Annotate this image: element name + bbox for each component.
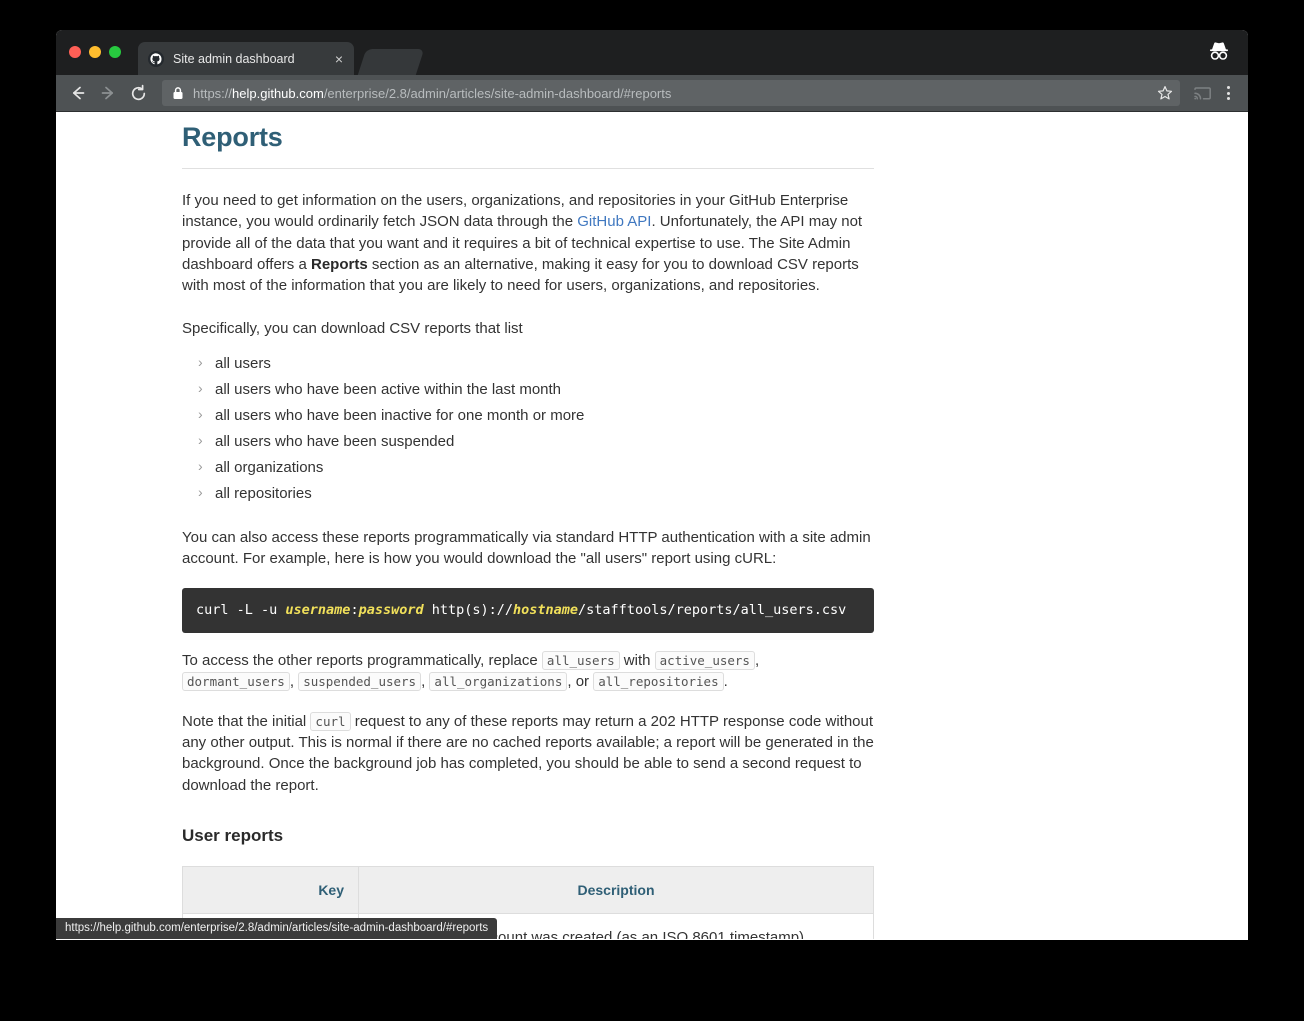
close-tab-button[interactable]: × [332, 52, 346, 66]
star-icon [1157, 86, 1173, 100]
tab-title: Site admin dashboard [173, 51, 295, 66]
list-item: all users who have been suspended [196, 432, 874, 450]
title-divider [182, 168, 874, 170]
minimize-window-button[interactable] [89, 46, 101, 58]
code-curl: curl [310, 711, 351, 731]
back-button[interactable] [64, 79, 92, 107]
url-scheme: https:// [193, 85, 233, 101]
browser-menu-button[interactable] [1216, 79, 1240, 107]
replace-with: with [619, 652, 655, 670]
article-content: Reports If you need to get information o… [182, 112, 874, 939]
curl-code-block[interactable]: curl -L -u username:password http(s)://h… [182, 587, 874, 634]
close-window-button[interactable] [69, 46, 81, 58]
new-tab-button[interactable] [357, 49, 425, 75]
cast-icon [1193, 86, 1211, 99]
list-item: all organizations [196, 458, 874, 476]
report-list: all users all users who have been active… [182, 354, 874, 502]
list-item: all users who have been active within th… [196, 380, 874, 398]
github-api-link[interactable]: GitHub API [577, 213, 651, 230]
status-bar-url: https://help.github.com/enterprise/2.8/a… [56, 918, 498, 939]
tab-strip: Site admin dashboard × [56, 30, 1248, 75]
reload-icon [131, 84, 145, 100]
menu-dot [1226, 86, 1230, 89]
replace-period: . [723, 673, 728, 691]
cast-button[interactable] [1188, 79, 1216, 107]
browser-window: Site admin dashboard × https://help.gith… [56, 30, 1248, 940]
reload-button[interactable] [124, 79, 152, 107]
browser-toolbar: https://help.github.com/enterprise/2.8/a… [56, 75, 1248, 112]
replace-comma2: , [289, 673, 299, 691]
note-paragraph: Note that the initial curl request to an… [182, 711, 874, 796]
code-all-repositories: all_repositories [593, 672, 724, 692]
intro-paragraph: If you need to get information on the us… [182, 190, 874, 296]
code-post: /stafftools/reports/all_users.csv [578, 601, 847, 618]
list-item: all repositories [196, 484, 874, 502]
window-controls [69, 46, 121, 58]
url-path: /enterprise/2.8/admin/articles/site-admi… [323, 85, 672, 101]
maximize-window-button[interactable] [109, 46, 121, 58]
list-intro-paragraph: Specifically, you can download CSV repor… [182, 319, 523, 337]
url-host: help.github.com [232, 85, 324, 101]
browser-tab[interactable]: Site admin dashboard × [138, 42, 354, 75]
curl-intro-paragraph: You can also access these reports progra… [182, 528, 871, 568]
menu-dot [1226, 91, 1230, 95]
url-text: https://help.github.com/enterprise/2.8/a… [193, 86, 1152, 101]
user-reports-heading: User reports [182, 825, 284, 845]
table-header-key: Key [182, 865, 359, 914]
bookmark-star-button[interactable] [1152, 81, 1178, 105]
code-dormant-users: dormant_users [182, 672, 290, 692]
page-viewport: Reports If you need to get information o… [56, 112, 1248, 939]
code-pre-cmd: curl -L -u [196, 601, 286, 618]
code-var-hostname: hostname [513, 601, 579, 618]
list-item: all users who have been inactive for one… [196, 406, 874, 424]
note-lead: Note that the initial [182, 712, 311, 730]
code-all-users: all_users [541, 651, 620, 671]
forward-arrow-icon [101, 86, 114, 100]
code-all-organizations: all_organizations [429, 672, 568, 692]
code-var-password: password [358, 601, 424, 618]
code-var-username: username [285, 601, 351, 618]
intro-bold-reports: Reports [310, 256, 368, 274]
menu-dot [1226, 97, 1230, 100]
replace-lead: To access the other reports programmatic… [182, 652, 542, 670]
page-title: Reports [182, 122, 283, 152]
incognito-icon [1210, 42, 1228, 60]
replace-or: , or [567, 673, 594, 691]
back-arrow-icon [72, 86, 85, 100]
list-item: all users [196, 354, 874, 372]
replace-paragraph: To access the other reports programmatic… [182, 650, 874, 693]
code-colon: : [350, 601, 359, 618]
table-header-description: Description [358, 865, 874, 914]
code-mid: http(s):// [423, 601, 514, 618]
table-header-row: Key Description [182, 865, 874, 914]
address-bar[interactable]: https://help.github.com/enterprise/2.8/a… [162, 80, 1180, 106]
lock-icon [173, 87, 183, 99]
code-suspended-users: suspended_users [298, 672, 422, 692]
github-icon [148, 50, 164, 67]
forward-button[interactable] [94, 79, 122, 107]
replace-comma1: , [754, 652, 760, 670]
code-active-users: active_users [654, 651, 755, 671]
